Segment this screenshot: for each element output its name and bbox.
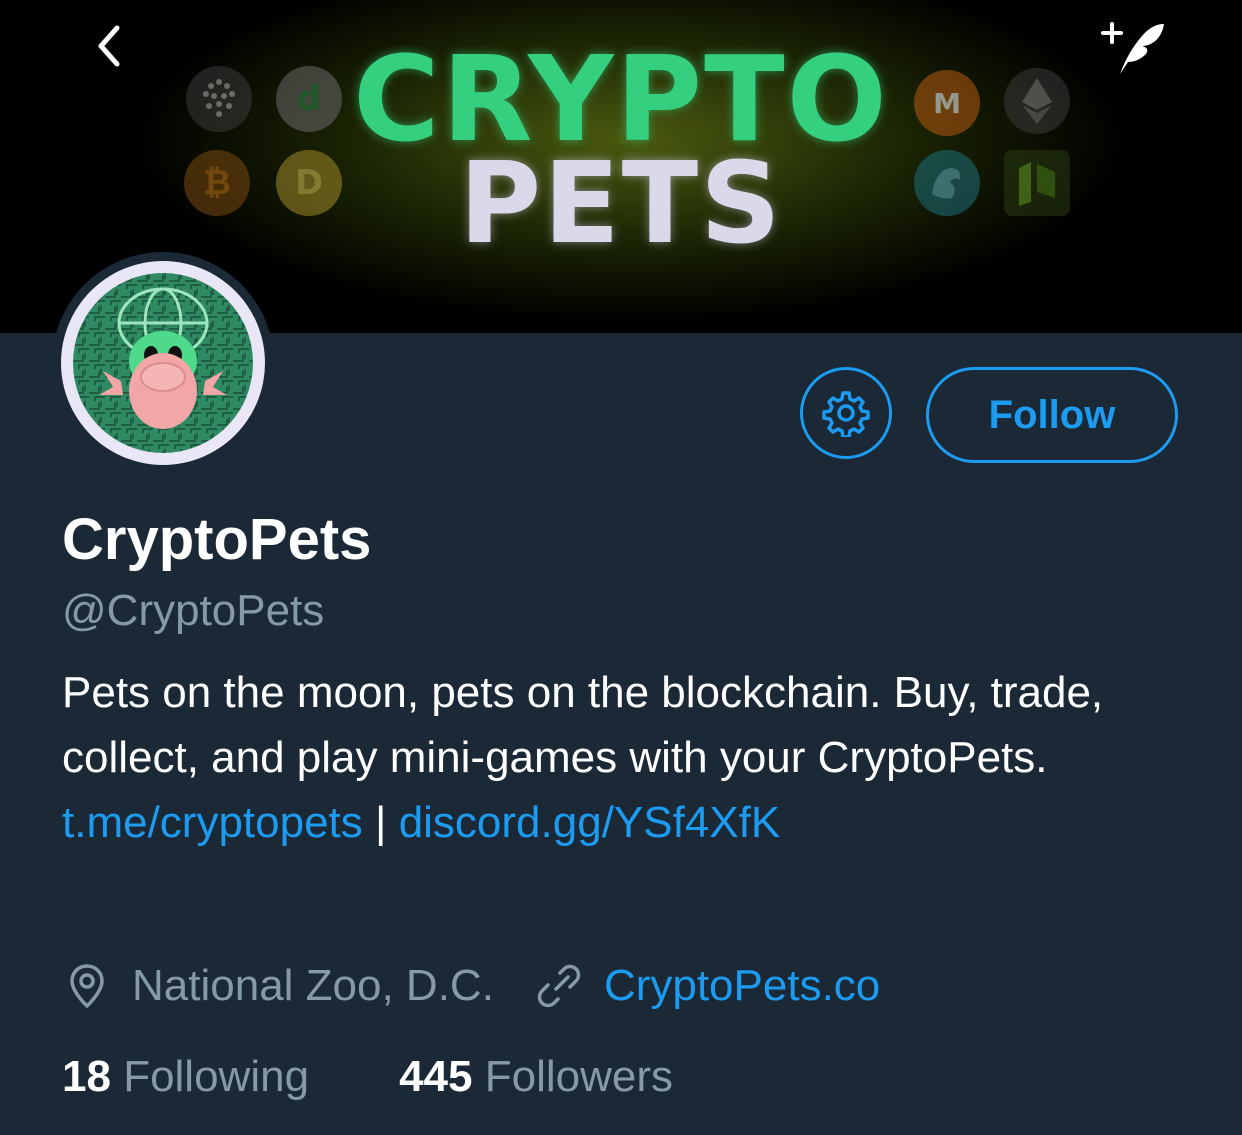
- profile-meta-row: National Zoo, D.C. CryptoPets.co: [62, 958, 880, 1014]
- bio-separator: |: [375, 798, 387, 847]
- profile-stats-row: 18 Following 445 Followers: [62, 1048, 673, 1106]
- following-stat[interactable]: 18 Following: [62, 1052, 309, 1102]
- profile-settings-button[interactable]: [800, 367, 892, 459]
- avatar-frame: [61, 261, 265, 465]
- link-icon: [537, 964, 581, 1008]
- followers-label: Followers: [484, 1052, 673, 1101]
- platypus-avatar-icon: [73, 273, 253, 453]
- chevron-left-icon: [98, 25, 120, 67]
- following-label: Following: [123, 1052, 310, 1101]
- banner-title-line2: PETS: [459, 139, 783, 269]
- location-pin-icon: [70, 964, 104, 1009]
- followers-count: 445: [399, 1052, 473, 1101]
- compose-tweet-icon: [1101, 22, 1164, 74]
- compose-tweet-button[interactable]: [1098, 18, 1170, 80]
- bio-telegram-link[interactable]: t.me/cryptopets: [62, 798, 363, 847]
- back-button[interactable]: [86, 20, 130, 72]
- bio-discord-link[interactable]: discord.gg/YSf4XfK: [399, 798, 781, 847]
- follow-button[interactable]: Follow: [926, 367, 1178, 463]
- profile-bio: Pets on the moon, pets on the blockchain…: [62, 660, 1182, 855]
- profile-avatar[interactable]: [52, 252, 274, 474]
- profile-display-name: CryptoPets: [62, 507, 372, 572]
- following-count: 18: [62, 1052, 111, 1101]
- profile-location: National Zoo, D.C.: [132, 961, 494, 1010]
- followers-stat[interactable]: 445 Followers: [399, 1052, 673, 1102]
- bio-text: Pets on the moon, pets on the blockchain…: [62, 668, 1104, 782]
- profile-website-link[interactable]: CryptoPets.co: [604, 961, 880, 1011]
- profile-handle: @CryptoPets: [62, 586, 325, 635]
- gear-icon: [822, 391, 870, 437]
